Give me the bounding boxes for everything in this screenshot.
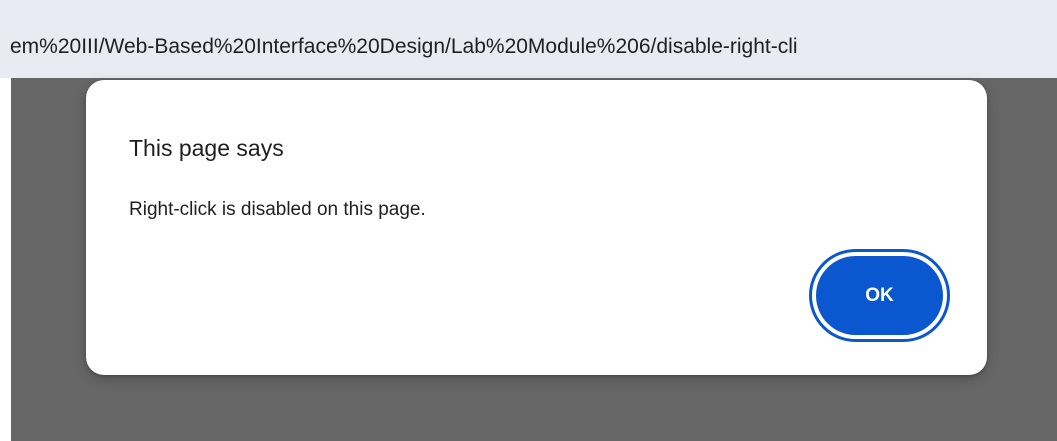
dialog-message: Right-click is disabled on this page. [129, 199, 426, 220]
url-text[interactable]: em%20III/Web-Based%20Interface%20Design/… [10, 34, 798, 60]
alert-dialog: This page says Right-click is disabled o… [86, 80, 987, 375]
dialog-title: This page says [129, 135, 284, 161]
ok-button-label: OK [865, 284, 894, 306]
ok-button-fill[interactable]: OK [816, 256, 943, 335]
left-edge-strip [0, 78, 11, 441]
address-bar[interactable]: em%20III/Web-Based%20Interface%20Design/… [0, 0, 1057, 78]
ok-button[interactable]: OK [809, 249, 950, 342]
